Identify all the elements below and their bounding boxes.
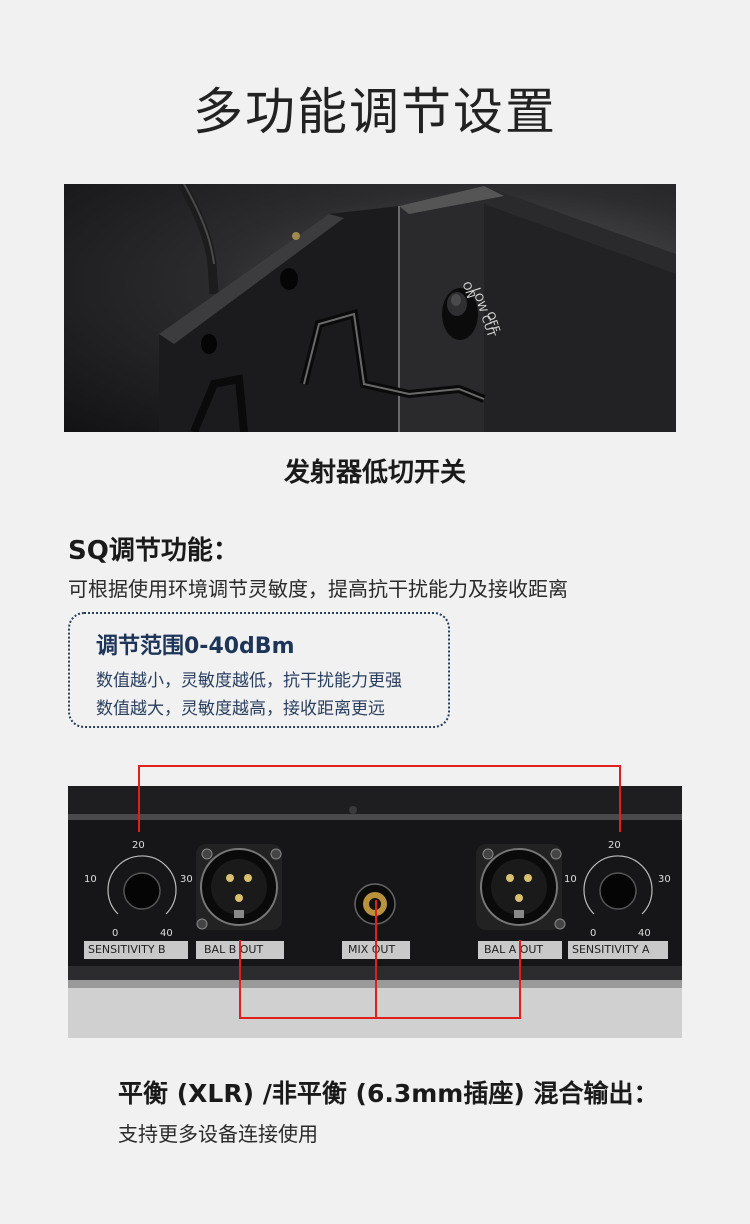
range-line-1: 数值越小，灵敏度越低，抗干扰能力更强 xyxy=(96,671,402,691)
label-mix-out: MIX OUT xyxy=(348,943,396,956)
output-description: 支持更多设备连接使用 xyxy=(118,1122,318,1146)
label-bal-a-out: BAL A OUT xyxy=(484,943,544,956)
knob-a-tick-0: 0 xyxy=(590,928,597,939)
knob-a-tick-10: 10 xyxy=(564,874,577,885)
knob-b-tick-0: 0 xyxy=(112,928,119,939)
page-title: 多功能调节设置 xyxy=(193,83,557,141)
transmitter-caption: 发射器低切开关 xyxy=(283,458,466,488)
label-sensitivity-a: SENSITIVITY A xyxy=(572,943,650,956)
knob-b-tick-40: 40 xyxy=(160,928,173,939)
sq-description: 可根据使用环境调节灵敏度，提高抗干扰能力及接收距离 xyxy=(68,577,568,601)
knob-b-tick-20: 20 xyxy=(132,840,145,851)
knob-a-tick-20: 20 xyxy=(608,840,621,851)
range-info-box: 调节范围0-40dBm 数值越小，灵敏度越低，抗干扰能力更强 数值越大，灵敏度越… xyxy=(68,612,450,728)
range-line-2: 数值越大，灵敏度越高，接收距离更远 xyxy=(96,699,385,719)
knob-a-tick-40: 40 xyxy=(638,928,651,939)
knob-b-tick-10: 10 xyxy=(84,874,97,885)
label-bal-b-out: BAL B OUT xyxy=(204,943,264,956)
transmitter-photo: LOW CUT ON OFF xyxy=(64,184,676,432)
sq-heading: SQ调节功能： xyxy=(68,536,239,566)
range-title: 调节范围0-40dBm xyxy=(96,634,295,659)
knob-a-tick-30: 30 xyxy=(658,874,671,885)
output-heading: 平衡 (XLR) /非平衡 (6.3mm插座) 混合输出： xyxy=(118,1079,659,1108)
label-sensitivity-b: SENSITIVITY B xyxy=(88,943,166,956)
rear-panel-photo: 20 10 30 0 40 20 10 30 0 40 SENSITIVITY … xyxy=(68,786,682,1038)
knob-b-tick-30: 30 xyxy=(180,874,193,885)
